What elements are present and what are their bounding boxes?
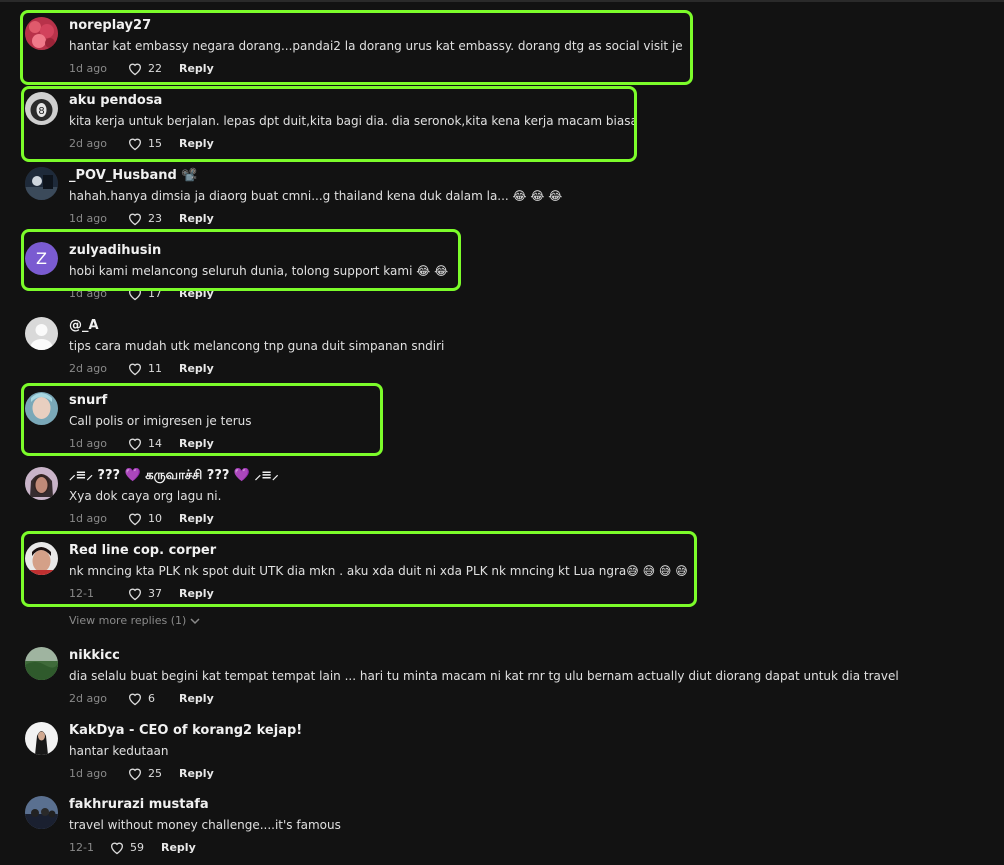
comment-date: 2d ago: [69, 691, 107, 705]
avatar[interactable]: [25, 392, 58, 425]
comment-text: Call polis or imigresen je terus: [69, 414, 252, 428]
comment-text: hantar kat embassy negara dorang...panda…: [69, 39, 683, 53]
comment-date: 1d ago: [69, 286, 107, 300]
heart-outline-icon: [128, 438, 142, 450]
like-button[interactable]: 17: [127, 286, 179, 301]
comment-username[interactable]: _POV_Husband 📽️: [69, 167, 985, 185]
like-button[interactable]: 25: [127, 766, 179, 781]
avatar-letter: Z: [25, 242, 58, 275]
like-button[interactable]: 10: [127, 511, 179, 526]
comment-date: 1d ago: [69, 766, 107, 780]
avatar[interactable]: [25, 317, 58, 350]
comment-text: nk mncing kta PLK nk spot duit UTK dia m…: [69, 564, 688, 578]
heart-outline-icon: [128, 213, 142, 225]
avatar[interactable]: [25, 542, 58, 575]
reply-button[interactable]: Reply: [179, 212, 214, 225]
comment-text: dia selalu buat begini kat tempat tempat…: [69, 669, 899, 683]
comment-date: 1d ago: [69, 511, 107, 525]
avatar[interactable]: [25, 467, 58, 500]
like-button[interactable]: 6: [127, 691, 179, 706]
comment-username[interactable]: aku pendosa: [69, 92, 985, 110]
comment-text: travel without money challenge....it's f…: [69, 818, 341, 832]
comment-username[interactable]: nikkicc: [69, 647, 985, 665]
reply-button[interactable]: Reply: [179, 437, 214, 450]
like-count: 17: [148, 286, 162, 300]
like-count: 37: [148, 586, 162, 600]
reply-button[interactable]: Reply: [179, 287, 214, 300]
avatar[interactable]: [25, 722, 58, 755]
view-more-replies-button[interactable]: View more replies (1): [69, 614, 200, 627]
heart-outline-icon: [128, 513, 142, 525]
avatar[interactable]: [25, 647, 58, 680]
heart-outline-icon: [128, 768, 142, 780]
comment-text: tips cara mudah utk melancong tnp guna d…: [69, 339, 445, 353]
like-button[interactable]: 15: [127, 136, 179, 151]
heart-outline-icon: [110, 842, 124, 854]
comment-date: 1d ago: [69, 211, 107, 225]
like-count: 14: [148, 436, 162, 450]
avatar[interactable]: 8: [25, 92, 58, 125]
reply-button[interactable]: Reply: [179, 767, 214, 780]
heart-outline-icon: [128, 693, 142, 705]
comment-date: 2d ago: [69, 361, 107, 375]
comment-username[interactable]: noreplay27: [69, 17, 985, 35]
avatar[interactable]: [25, 17, 58, 50]
comment-text: hobi kami melancong seluruh dunia, tolon…: [69, 264, 449, 278]
avatar[interactable]: [25, 167, 58, 200]
comment-date: 12-1: [69, 586, 94, 600]
chevron-down-icon: [190, 617, 200, 624]
like-count: 11: [148, 361, 162, 375]
svg-text:8: 8: [38, 106, 44, 117]
comment-username[interactable]: snurf: [69, 392, 985, 410]
heart-outline-icon: [128, 288, 142, 300]
reply-button[interactable]: Reply: [179, 137, 214, 150]
like-count: 10: [148, 511, 162, 525]
like-count: 15: [148, 136, 162, 150]
like-button[interactable]: 23: [127, 211, 179, 226]
avatar[interactable]: [25, 796, 58, 829]
reply-button[interactable]: Reply: [179, 692, 214, 705]
comment-username[interactable]: zulyadihusin: [69, 242, 985, 260]
like-count: 23: [148, 211, 162, 225]
heart-outline-icon: [128, 363, 142, 375]
comment-date: 1d ago: [69, 61, 107, 75]
comment-date: 2d ago: [69, 136, 107, 150]
heart-outline-icon: [128, 588, 142, 600]
comment-username[interactable]: Red line cop. corper: [69, 542, 985, 560]
avatar[interactable]: Z: [25, 242, 58, 275]
reply-button[interactable]: Reply: [179, 62, 214, 75]
like-button[interactable]: 14: [127, 436, 179, 451]
comment-text: Xya dok caya org lagu ni.: [69, 489, 222, 503]
comment-text: kita kerja untuk berjalan. lepas dpt dui…: [69, 114, 638, 128]
like-count: 25: [148, 766, 162, 780]
comment-username[interactable]: fakhrurazi mustafa: [69, 796, 985, 814]
top-divider: [0, 0, 1004, 2]
comment-username[interactable]: KakDya - CEO of korang2 kejap!: [69, 722, 985, 740]
like-button[interactable]: 11: [127, 361, 179, 376]
view-more-label: View more replies (1): [69, 614, 187, 627]
comment-username[interactable]: @_A: [69, 317, 985, 335]
comment-date: 12-1: [69, 840, 94, 854]
heart-outline-icon: [128, 138, 142, 150]
comment-username[interactable]: ⸝≡⸝ ??? 💜 கருவாச்சி ??? 💜 ⸝≡⸝: [69, 467, 985, 485]
reply-button[interactable]: Reply: [179, 587, 214, 600]
reply-button[interactable]: Reply: [179, 512, 214, 525]
like-count: 6: [148, 691, 155, 705]
reply-button[interactable]: Reply: [179, 362, 214, 375]
comment-text: hahah.hanya dimsia ja diaorg buat cmni..…: [69, 189, 563, 203]
heart-outline-icon: [128, 63, 142, 75]
like-count: 22: [148, 61, 162, 75]
like-button[interactable]: 59: [109, 840, 161, 855]
comment-date: 1d ago: [69, 436, 107, 450]
reply-button[interactable]: Reply: [161, 841, 196, 854]
comment-text: hantar kedutaan: [69, 744, 169, 758]
like-button[interactable]: 22: [127, 61, 179, 76]
like-button[interactable]: 37: [127, 586, 179, 601]
like-count: 59: [130, 840, 144, 854]
